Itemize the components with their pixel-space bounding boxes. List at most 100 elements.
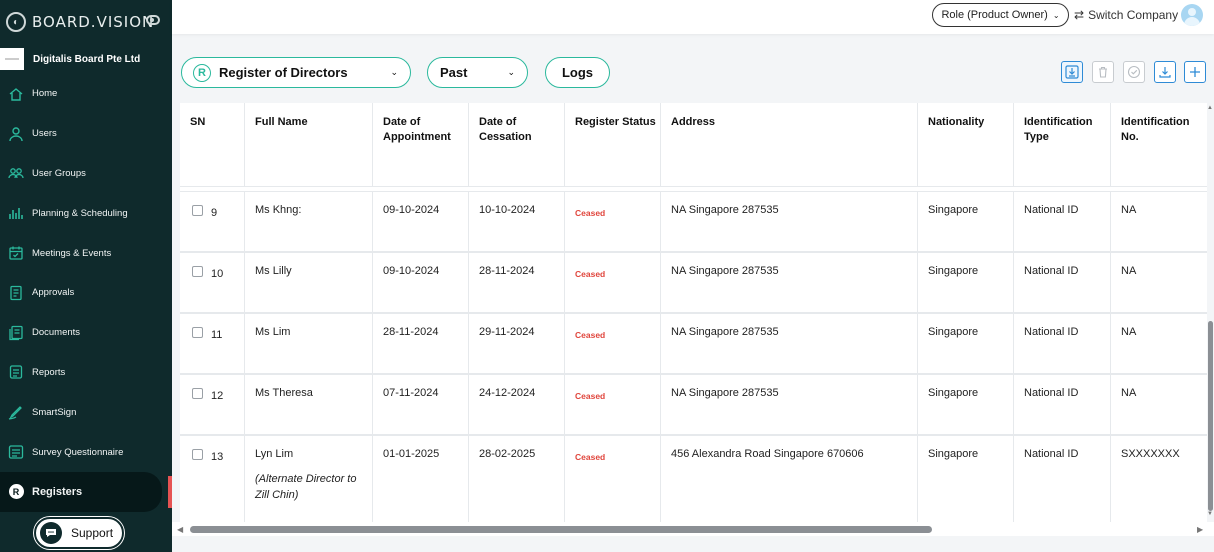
sidebar-item-label: Reports (32, 366, 66, 378)
header-appointment[interactable]: Date of Appointment (373, 103, 469, 187)
scroll-up-icon[interactable]: ▲ (1207, 105, 1213, 111)
sidebar-item-users[interactable]: Users (0, 114, 172, 154)
logs-button[interactable]: Logs (545, 57, 610, 88)
company-switcher[interactable]: Digitalis Board Pte Ltd (0, 47, 172, 71)
director-name: Ms Lim (255, 326, 291, 338)
cell-nationality: Singapore (918, 375, 1014, 434)
vertical-scrollbar[interactable]: ▲ ▼ (1207, 103, 1214, 522)
header-status[interactable]: Register Status (565, 103, 661, 187)
cell-appointment: 09-10-2024 (373, 192, 469, 251)
table-row[interactable]: 11 Ms Lim 28-11-2024 29-11-2024 Ceased NA Sin… (180, 313, 1207, 374)
table-row[interactable]: 9 Ms Khng: 09-10-2024 10-10-2024 Ceased NA Si… (180, 191, 1207, 252)
row-checkbox[interactable] (192, 388, 203, 399)
cell-appointment: 07-11-2024 (373, 375, 469, 434)
header-id-no[interactable]: Identification No. (1111, 103, 1207, 187)
sidebar-item-planning-scheduling[interactable]: Planning & Scheduling (0, 193, 172, 233)
cell-full-name: Ms Lim (245, 314, 373, 373)
status-badge: Ceased (565, 436, 661, 522)
brand-name: BOARD.VISION (32, 13, 155, 31)
cell-id-type: National ID (1014, 436, 1111, 522)
company-name: Digitalis Board Pte Ltd (33, 53, 141, 65)
avatar[interactable] (1181, 4, 1203, 26)
add-button[interactable] (1184, 61, 1206, 83)
cell-nationality: Singapore (918, 253, 1014, 312)
logs-label: Logs (561, 65, 594, 80)
table-row[interactable]: 12 Ms Theresa 07-11-2024 24-12-2024 Ceased NA… (180, 374, 1207, 435)
approve-button[interactable] (1123, 61, 1145, 83)
cell-appointment: 28-11-2024 (373, 314, 469, 373)
row-checkbox[interactable] (192, 449, 203, 460)
cell-full-name: Lyn Lim (Alternate Director to Zill Chin) (245, 436, 373, 522)
sidebar-item-smartsign[interactable]: SmartSign (0, 392, 172, 432)
sidebar-item-user-groups[interactable]: User Groups (0, 154, 172, 194)
brand[interactable]: ◐ BOARD.VISION (6, 10, 166, 34)
sn-value: 9 (211, 207, 218, 219)
sidebar-item-meetings-events[interactable]: Meetings & Events (0, 233, 172, 273)
registers-icon: R (8, 484, 24, 500)
status-badge: Ceased (565, 314, 661, 373)
sn-value: 13 (211, 451, 224, 463)
director-name: Lyn Lim (255, 448, 294, 460)
vertical-scroll-thumb[interactable] (1208, 321, 1213, 511)
horizontal-scroll-thumb[interactable] (190, 526, 932, 533)
cell-id-no: SXXXXXXX (1121, 448, 1180, 460)
scroll-right-icon[interactable]: ▶ (1197, 525, 1203, 534)
row-checkbox[interactable] (192, 266, 203, 277)
cell-address: NA Singapore 287535 (661, 314, 918, 373)
role-dropdown[interactable]: Role (Product Owner) ⌄ (932, 3, 1069, 27)
sidebar-item-survey-questionnaire[interactable]: Survey Questionnaire (0, 432, 172, 472)
header-full-name[interactable]: Full Name (245, 103, 373, 187)
sidebar: ◐ BOARD.VISION Digitalis Board Pte Ltd H… (0, 0, 172, 552)
cell-id-type: National ID (1014, 314, 1111, 373)
scroll-left-icon[interactable]: ◀ (177, 525, 183, 534)
sn-value: 10 (211, 268, 224, 280)
chevron-down-icon: ⌄ (507, 67, 515, 77)
header-cessation[interactable]: Date of Cessation (469, 103, 565, 187)
documents-icon (8, 325, 24, 341)
switch-company-button[interactable]: ⇄ Switch Company (1074, 4, 1178, 26)
period-value: Past (440, 65, 468, 80)
cell-cessation: 29-11-2024 (469, 314, 565, 373)
register-type-select[interactable]: R Register of Directors ⌄ (181, 57, 411, 88)
table-header: SN Full Name Date of Appointment Date of… (180, 103, 1207, 187)
company-logo (0, 48, 24, 70)
cell-address: NA Singapore 287535 (661, 192, 918, 251)
horizontal-scrollbar[interactable]: ◀ ▶ (172, 522, 1214, 536)
sidebar-item-home[interactable]: Home (0, 74, 172, 114)
cell-full-name: Ms Khng: (245, 192, 373, 251)
sidebar-item-reports[interactable]: Reports (0, 353, 172, 393)
theme-toggle-icon[interactable] (146, 15, 160, 25)
sidebar-item-label: Registers (32, 485, 83, 498)
sidebar-item-label: Home (32, 88, 58, 100)
chevron-down-icon: ⌄ (390, 67, 398, 77)
header-address[interactable]: Address (661, 103, 918, 187)
sidebar-item-documents[interactable]: Documents (0, 313, 172, 353)
switch-company-label: Switch Company (1088, 8, 1179, 22)
switch-arrows-icon: ⇄ (1074, 8, 1085, 22)
header-sn[interactable]: SN (180, 103, 245, 187)
home-icon (8, 86, 24, 102)
row-checkbox[interactable] (192, 327, 203, 338)
import-button[interactable] (1061, 61, 1083, 83)
cell-cessation: 10-10-2024 (469, 192, 565, 251)
support-label: Support (71, 526, 114, 540)
period-select[interactable]: Past ⌄ (427, 57, 528, 88)
cell-id-type: National ID (1014, 375, 1111, 434)
row-checkbox[interactable] (192, 205, 203, 216)
cell-id-no: NA (1121, 265, 1137, 277)
status-badge: Ceased (565, 253, 661, 312)
scroll-down-icon[interactable]: ▼ (1207, 511, 1213, 517)
cell-appointment: 09-10-2024 (373, 253, 469, 312)
support-button[interactable]: Support (34, 517, 124, 549)
sidebar-item-approvals[interactable]: Approvals (0, 273, 172, 313)
table-body: 9 Ms Khng: 09-10-2024 10-10-2024 Ceased NA Si… (180, 191, 1207, 522)
sidebar-item-registers[interactable]: R Registers (0, 471, 162, 512)
calendar-icon (8, 245, 24, 261)
delete-button[interactable] (1092, 61, 1114, 83)
header-id-type[interactable]: Identification Type (1014, 103, 1111, 187)
download-button[interactable] (1154, 61, 1176, 83)
table-row[interactable]: 13 Lyn Lim (Alternate Director to Zill Chi… (180, 435, 1207, 522)
table-row[interactable]: 10 Ms Lilly 09-10-2024 28-11-2024 Ceased NA S… (180, 252, 1207, 313)
header-nationality[interactable]: Nationality (918, 103, 1014, 187)
sidebar-item-label: SmartSign (32, 406, 77, 418)
